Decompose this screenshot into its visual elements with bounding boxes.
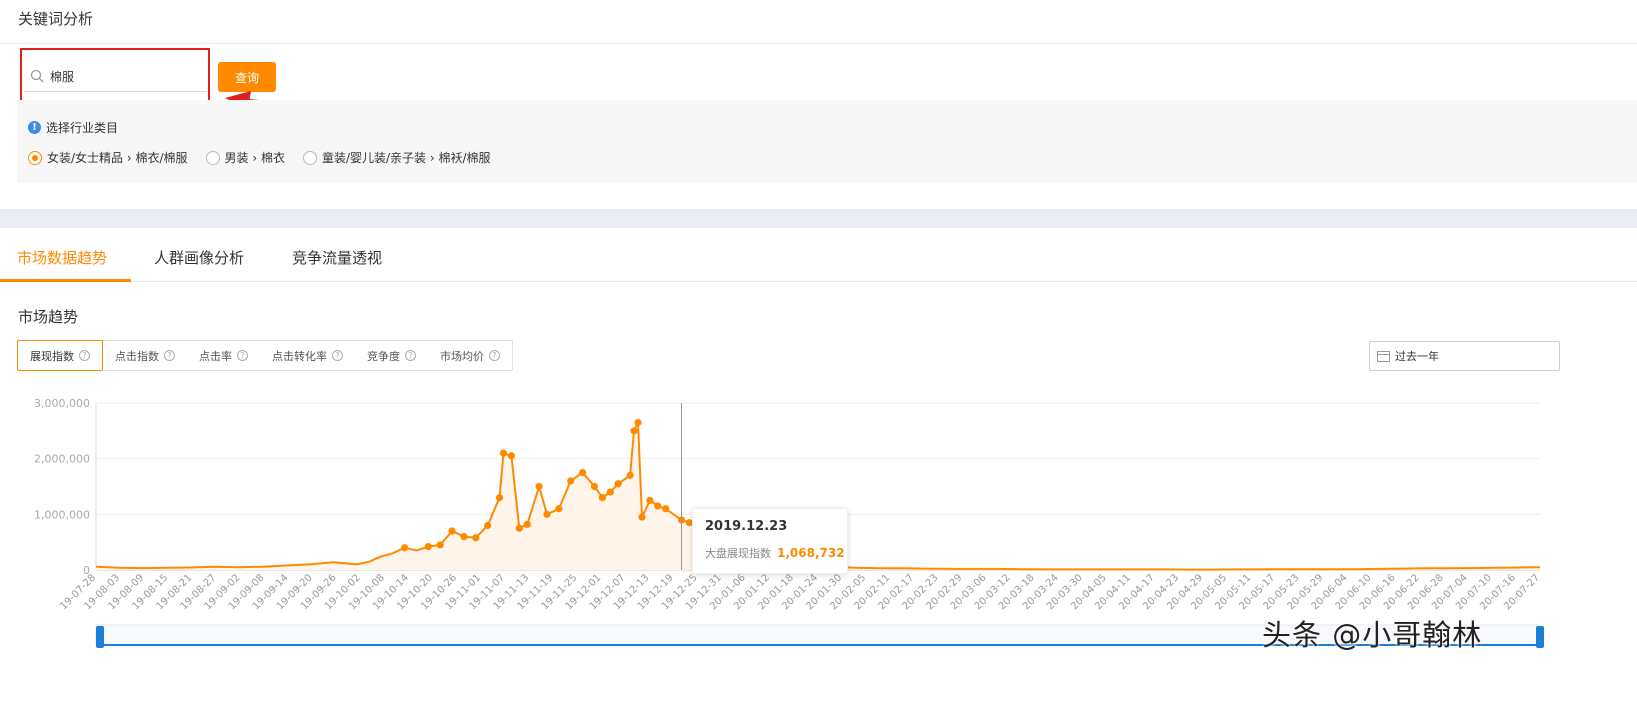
metric-label: 点击转化率 [272, 349, 327, 363]
data-point [448, 527, 456, 535]
section-title: 市场趋势 [18, 308, 79, 326]
data-point [484, 521, 492, 530]
category-hint: ! 选择行业类目 [28, 119, 118, 136]
data-point [630, 427, 638, 435]
help-icon[interactable]: ? [332, 350, 343, 361]
y-tick-label: 2,000,000 [34, 453, 90, 466]
page-title: 关键词分析 [18, 10, 94, 28]
search-icon [28, 67, 46, 85]
help-icon[interactable]: ? [237, 350, 248, 361]
data-point [654, 502, 662, 510]
metric-tab-avg-price[interactable]: 市场均价? [428, 341, 512, 370]
data-point [472, 534, 480, 542]
data-point [424, 543, 432, 551]
data-point [507, 452, 515, 460]
help-icon[interactable]: ? [489, 350, 500, 361]
date-range-select[interactable]: 过去一年 [1369, 341, 1560, 371]
data-point [567, 477, 575, 485]
metric-tab-competition[interactable]: 竞争度? [355, 341, 428, 370]
divider [0, 43, 1637, 44]
category-option-label: 童装/婴儿装/亲子装 › 棉袄/棉服 [321, 151, 491, 165]
data-point [634, 418, 642, 427]
metric-tabs: 展现指数? 点击指数? 点击率? 点击转化率? 竞争度? 市场均价? [17, 340, 513, 371]
chart-tooltip: 2019.12.23 大盘展现指数 1,068,732 [692, 508, 848, 574]
data-point [626, 471, 634, 479]
help-icon[interactable]: ? [79, 350, 90, 361]
data-point [515, 524, 523, 532]
data-point [614, 480, 622, 488]
metric-label: 点击率 [199, 349, 232, 363]
zoom-handle-left [96, 626, 104, 648]
data-point [646, 496, 654, 505]
data-point [590, 482, 599, 491]
metric-tab-impressions[interactable]: 展现指数? [17, 340, 103, 371]
data-point [543, 510, 551, 518]
page: 关键词分析 查询 ! 选择行业类目 女装/女士精品 › 棉衣/棉服 男装 › 棉… [0, 0, 1637, 704]
data-point [523, 520, 531, 528]
help-icon[interactable]: ? [405, 350, 416, 361]
tooltip-row: 大盘展现指数 1,068,732 [705, 545, 845, 561]
info-icon: ! [28, 121, 41, 134]
tooltip-value: 1,068,732 [777, 546, 845, 560]
category-option-label: 女装/女士精品 › 棉衣/棉服 [47, 151, 188, 165]
data-point [598, 494, 606, 502]
data-point [495, 494, 504, 502]
category-option-label: 男装 › 棉衣 [224, 151, 285, 165]
help-icon[interactable]: ? [164, 350, 175, 361]
tab-active-indicator [0, 279, 131, 282]
watermark: 头条 @小哥翰林 [1262, 618, 1483, 652]
zoom-handle-right [1536, 626, 1544, 648]
y-tick-label: 3,000,000 [34, 397, 90, 410]
metric-label: 点击指数 [115, 349, 159, 363]
data-point [662, 505, 670, 513]
data-point [499, 449, 508, 457]
metric-label: 市场均价 [440, 349, 484, 363]
y-tick-label: 1,000,000 [34, 508, 90, 521]
calendar-icon [1377, 350, 1390, 362]
category-option-mens[interactable]: 男装 › 棉衣 [205, 149, 285, 166]
category-hint-text: 选择行业类目 [46, 121, 119, 135]
data-point [555, 505, 563, 513]
category-options: 女装/女士精品 › 棉衣/棉服 男装 › 棉衣 童装/婴儿装/亲子装 › 棉袄/… [28, 149, 509, 166]
metric-tab-conversion[interactable]: 点击转化率? [260, 341, 355, 370]
category-option-kids[interactable]: 童装/婴儿装/亲子装 › 棉袄/棉服 [302, 149, 491, 166]
data-point [436, 541, 444, 549]
category-option-womens[interactable]: 女装/女士精品 › 棉衣/棉服 [28, 149, 188, 166]
tab-competition[interactable]: 竞争流量透视 [292, 247, 382, 268]
tooltip-label: 大盘展现指数 [705, 547, 771, 560]
section-separator [0, 209, 1637, 228]
metric-tab-ctr[interactable]: 点击率? [187, 341, 260, 370]
radio-checked-icon [28, 150, 42, 165]
metric-label: 展现指数 [30, 349, 74, 363]
data-point [400, 544, 409, 552]
category-panel: ! 选择行业类目 女装/女士精品 › 棉衣/棉服 男装 › 棉衣 童装/婴儿装/… [17, 100, 1637, 183]
tab-bar: 市场数据趋势 人群画像分析 竞争流量透视 [0, 228, 1637, 282]
data-point [606, 488, 614, 496]
date-range-label: 过去一年 [1395, 350, 1439, 363]
metric-tab-clicks[interactable]: 点击指数? [103, 341, 187, 370]
tab-market-trend[interactable]: 市场数据趋势 [17, 247, 107, 268]
search-field[interactable] [24, 61, 207, 92]
data-point [638, 513, 646, 521]
search-input[interactable] [50, 69, 200, 83]
radio-icon [302, 150, 317, 165]
data-point [460, 533, 468, 541]
data-point [535, 482, 543, 491]
data-point [579, 468, 587, 477]
metric-label: 竞争度 [367, 349, 400, 363]
radio-icon [205, 150, 220, 165]
tab-audience[interactable]: 人群画像分析 [154, 247, 244, 268]
tooltip-date: 2019.12.23 [705, 519, 788, 534]
